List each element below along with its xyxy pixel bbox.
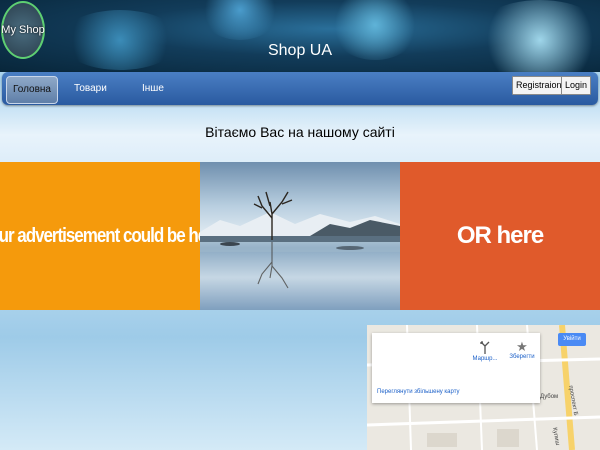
logo-text: My Shop <box>1 24 45 36</box>
star-icon: ★ <box>516 339 528 354</box>
register-button[interactable]: Registraion <box>512 76 566 95</box>
map-route-button[interactable]: Маршр... <box>470 340 500 362</box>
nav-item-home[interactable]: Головна <box>6 76 58 104</box>
ad-banner-right[interactable]: OR here <box>400 162 600 310</box>
login-button[interactable]: Login <box>561 76 592 95</box>
map-signin-label: Увійти <box>563 336 581 342</box>
ad-banner-left[interactable]: Your advertisement could be here <box>0 162 221 310</box>
site-title: Shop UA <box>267 42 333 59</box>
map-view-larger-link[interactable]: Переглянути збільшену карту <box>377 389 460 395</box>
ad-right-text: OR here <box>456 222 544 249</box>
map-save-label: Зберегти <box>509 354 535 360</box>
header-decoration <box>60 10 180 70</box>
nav-item-other[interactable]: Інше <box>136 78 170 100</box>
lake-image <box>200 162 400 310</box>
nav-item-goods[interactable]: Товари <box>68 78 113 100</box>
lake-tree-illustration <box>200 191 400 289</box>
ad-left-text: Your advertisement could be here <box>0 224 221 247</box>
header-decoration <box>470 0 600 72</box>
map-route-label: Маршр... <box>472 356 498 362</box>
map-signin-button[interactable]: Увійти <box>558 333 586 346</box>
welcome-heading: Вітаємо Вас на нашому сайті <box>205 124 395 140</box>
map-save-button[interactable]: ★ Зберегти <box>507 339 537 361</box>
map-label: Дубом <box>540 394 559 400</box>
main-nav: Головна Товари Інше Registraion Login <box>2 72 598 105</box>
header-banner: My Shop Shop UA <box>0 0 600 72</box>
header-decoration <box>200 0 280 40</box>
directions-icon <box>480 341 490 354</box>
